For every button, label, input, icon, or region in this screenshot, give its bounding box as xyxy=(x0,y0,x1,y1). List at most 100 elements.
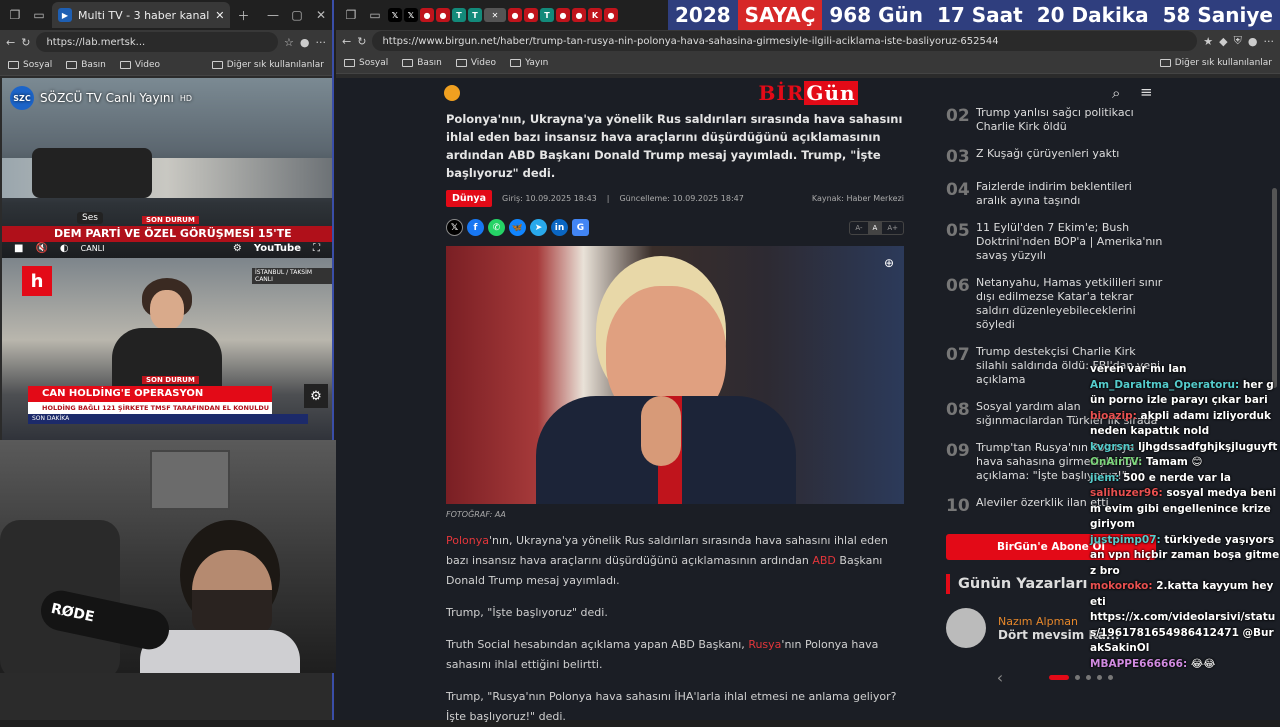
font-larger-button[interactable]: A+ xyxy=(882,222,903,234)
carousel-dot-active[interactable] xyxy=(1049,675,1070,680)
stop-icon[interactable]: ■ xyxy=(14,243,23,254)
shield-icon[interactable]: ⛨ xyxy=(1234,34,1242,48)
news-tab-icon[interactable]: ● xyxy=(436,8,450,22)
news-tab-icon[interactable]: ● xyxy=(556,8,570,22)
haberturk-video-player[interactable]: h İSTANBUL / TAKSİM CANLI SON DURUM CAN … xyxy=(2,258,332,440)
son-durum-tag: SON DURUM xyxy=(142,376,199,384)
minimize-icon[interactable]: — xyxy=(262,4,284,26)
chat-message: MBAPPE666666: 😂😂 xyxy=(1090,657,1280,673)
more-menu-icon[interactable]: ··· xyxy=(316,36,327,49)
zoom-icon[interactable]: ⊕ xyxy=(884,256,894,270)
site-header: BİR Gün ⌕ ≡ xyxy=(336,78,1280,108)
most-read-title: Aleviler özerklik ilan etti xyxy=(976,496,1109,509)
bookmark-basin[interactable]: Basın xyxy=(402,58,442,68)
birgun-logo[interactable]: BİR Gün xyxy=(758,81,858,105)
hamburger-menu-icon[interactable]: ≡ xyxy=(1140,83,1153,101)
font-smaller-button[interactable]: A- xyxy=(850,222,867,234)
bookmark-yayin[interactable]: Yayın xyxy=(510,58,548,68)
tab-actions-icon[interactable]: ▭ xyxy=(364,4,386,26)
x-tab-icon[interactable]: 𝕏 xyxy=(404,8,418,22)
x-share-icon[interactable]: 𝕏 xyxy=(446,219,463,236)
close-window-icon[interactable]: ✕ xyxy=(310,4,332,26)
settings-gear-icon[interactable]: ⚙ xyxy=(304,384,328,408)
bookmark-video[interactable]: Video xyxy=(455,58,496,68)
carousel-dot[interactable] xyxy=(1075,675,1081,680)
chat-text: https://x.com/videolarsivi/status/196178… xyxy=(1090,611,1276,654)
bookmark-other[interactable]: Diğer sık kullanılanlar xyxy=(211,60,324,70)
back-icon[interactable]: ← xyxy=(6,36,15,49)
most-read-item[interactable]: 02 Trump yanlısı sağcı politikacı Charlie… xyxy=(946,106,1164,134)
t24-tab-icon[interactable]: T xyxy=(468,8,482,22)
carousel-prev-icon[interactable]: ‹ xyxy=(997,668,1003,687)
google-news-icon[interactable]: G xyxy=(572,219,589,236)
profile-avatar-icon[interactable]: ● xyxy=(300,36,310,49)
news-tab-icon[interactable]: ● xyxy=(572,8,586,22)
chat-message: bioazip: akpli adamı izliyorduk neden ka… xyxy=(1090,409,1280,440)
t24-tab-icon[interactable]: T xyxy=(540,8,554,22)
back-icon[interactable]: ← xyxy=(342,35,351,48)
maximize-icon[interactable]: ▢ xyxy=(286,4,308,26)
active-tab-close-icon[interactable]: ✕ xyxy=(484,8,506,22)
refresh-icon[interactable]: ↻ xyxy=(21,36,30,49)
mute-icon[interactable]: 🔇 xyxy=(35,243,47,254)
url-field[interactable]: https://www.birgun.net/haber/trump-tan-r… xyxy=(372,31,1198,51)
carousel-dot[interactable] xyxy=(1097,675,1103,680)
bluesky-share-icon[interactable]: 🦋 xyxy=(509,219,526,236)
workspaces-icon[interactable]: ❐ xyxy=(340,4,362,26)
tag-link-abd[interactable]: ABD xyxy=(812,554,836,567)
paragraph-1: Polonya'nın, Ukrayna'ya yönelik Rus sald… xyxy=(446,534,888,587)
font-normal-button[interactable]: A xyxy=(867,221,883,234)
volume-icon[interactable]: ◐ xyxy=(60,243,69,254)
fullscreen-icon[interactable]: ⛶ xyxy=(313,243,320,254)
linkedin-share-icon[interactable]: in xyxy=(551,219,568,236)
bookmark-sosyal[interactable]: Sosyal xyxy=(8,60,52,70)
favorite-star-icon[interactable]: ★ xyxy=(1203,35,1213,48)
workspaces-icon[interactable]: ❐ xyxy=(4,4,26,26)
bookmark-video[interactable]: Video xyxy=(119,60,160,70)
news-tab-icon[interactable]: ● xyxy=(604,8,618,22)
news-tab-icon[interactable]: ● xyxy=(508,8,522,22)
whatsapp-share-icon[interactable]: ✆ xyxy=(488,219,505,236)
favorite-star-icon[interactable]: ☆ xyxy=(284,36,294,49)
bookmark-basin[interactable]: Basın xyxy=(66,60,106,70)
chat-username: kvgrsn: xyxy=(1090,440,1135,453)
tab-actions-icon[interactable]: ▭ xyxy=(28,4,50,26)
sozcu-video-player[interactable]: SZC SÖZCÜ TV Canlı Yayını HD Ses SON DUR… xyxy=(2,78,332,258)
most-read-item[interactable]: 06 Netanyahu, Hamas yetkilileri sınır dış… xyxy=(946,276,1164,332)
chat-username: salihuzer96: xyxy=(1090,487,1163,499)
extension-icon[interactable]: ◆ xyxy=(1219,35,1227,48)
bookmark-other[interactable]: Diğer sık kullanılanlar xyxy=(1159,58,1272,68)
refresh-icon[interactable]: ↻ xyxy=(357,35,366,48)
carousel-dot[interactable] xyxy=(1108,675,1114,680)
x-tab-icon[interactable]: 𝕏 xyxy=(388,8,402,22)
facebook-share-icon[interactable]: f xyxy=(467,219,484,236)
most-read-item[interactable]: 04 Faizlerde indirim beklentileri aralık … xyxy=(946,180,1164,208)
article-body: Polonya'nın, Ukrayna'ya yönelik Rus sald… xyxy=(446,531,904,727)
telegram-share-icon[interactable]: ➤ xyxy=(530,219,547,236)
more-menu-icon[interactable]: ··· xyxy=(1264,35,1275,48)
live-label: CANLI xyxy=(80,243,105,253)
search-icon[interactable]: ⌕ xyxy=(1112,84,1120,102)
page-scrollbar[interactable] xyxy=(1272,188,1277,388)
settings-gear-icon[interactable]: ⚙ xyxy=(233,243,242,254)
t24-tab-icon[interactable]: T xyxy=(452,8,466,22)
carousel-dot[interactable] xyxy=(1086,675,1092,680)
left-address-bar: ← ↻ https://lab.mertsk... ☆ ● ··· xyxy=(0,30,332,54)
news-tab-icon[interactable]: ● xyxy=(420,8,434,22)
youtube-logo[interactable]: YouTube xyxy=(254,243,301,254)
most-read-item[interactable]: 03 Z Kuşağı çürüyenleri yaktı xyxy=(946,147,1164,167)
category-badge[interactable]: Dünya xyxy=(446,190,493,207)
bookmark-sosyal[interactable]: Sosyal xyxy=(344,58,388,68)
most-read-item[interactable]: 05 11 Eylül'den 7 Ekim'e; Bush Doktrini'n… xyxy=(946,221,1164,263)
k-tab-icon[interactable]: K xyxy=(588,8,602,22)
new-tab-icon[interactable]: ＋ xyxy=(232,4,254,26)
profile-avatar-icon[interactable]: ● xyxy=(1248,35,1258,48)
most-read-title: Z Kuşağı çürüyenleri yaktı xyxy=(976,147,1120,160)
tag-link-rusya[interactable]: Rusya xyxy=(748,638,781,651)
tag-link-polonya[interactable]: Polonya xyxy=(446,534,489,547)
close-tab-icon[interactable]: ✕ xyxy=(215,9,224,22)
news-tab-icon[interactable]: ● xyxy=(524,8,538,22)
theme-toggle-icon[interactable] xyxy=(444,85,460,101)
url-field[interactable]: https://lab.mertsk... xyxy=(36,32,279,52)
tab-multi-tv[interactable]: ▶ Multi TV - 3 haber kanal ✕ xyxy=(52,2,231,28)
